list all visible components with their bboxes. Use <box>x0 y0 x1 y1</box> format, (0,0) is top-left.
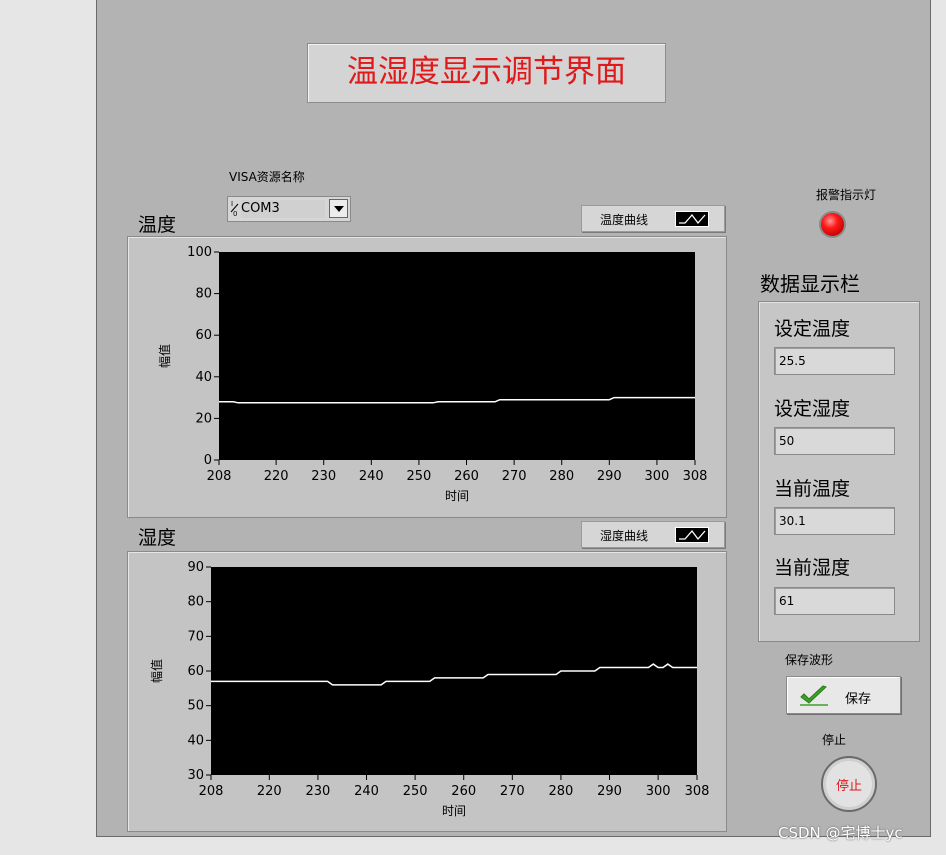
humidity-x-tick-label: 260 <box>451 784 476 799</box>
humidity-y-tick-label: 30 <box>187 768 204 783</box>
humidity-x-tick-label: 220 <box>257 784 282 799</box>
humidity-y-tick-label: 40 <box>187 733 204 748</box>
humidity-x-tick-label: 240 <box>354 784 379 799</box>
save-button-label: 保存 <box>845 692 872 707</box>
stop-button[interactable]: 停止 <box>821 756 877 812</box>
chevron-down-icon[interactable] <box>329 199 348 218</box>
humidity-legend[interactable]: 湿度曲线 <box>581 521 725 548</box>
waveform-icon <box>675 527 709 543</box>
humidity-y-tick-label: 90 <box>187 560 204 575</box>
humidity-x-tick-label: 300 <box>646 784 671 799</box>
temperature-x-tick-label: 260 <box>454 469 479 484</box>
temperature-plot-label: 温度 <box>138 214 177 236</box>
humidity-x-axis-title: 时间 <box>442 804 466 818</box>
svg-text:0: 0 <box>233 210 237 217</box>
stop-button-label: 停止 <box>835 779 862 794</box>
humidity-y-tick-label: 70 <box>187 629 204 644</box>
temperature-plot-area <box>219 252 695 460</box>
data-display-title: 数据显示栏 <box>760 272 860 296</box>
set-temperature-field[interactable]: 25.5 <box>774 347 895 375</box>
humidity-plot-label: 湿度 <box>138 527 177 549</box>
temperature-x-tick-label: 290 <box>597 469 622 484</box>
stop-section-label: 停止 <box>822 733 847 747</box>
temperature-y-tick-label: 80 <box>195 287 212 302</box>
data-display-cluster: 设定温度 25.5 设定湿度 50 当前温度 30.1 当前湿度 61 <box>758 301 920 642</box>
humidity-x-tick-label: 230 <box>306 784 331 799</box>
temperature-y-tick-label: 0 <box>204 453 212 468</box>
temperature-x-tick-label: 308 <box>683 469 708 484</box>
alarm-indicator-label: 报警指示灯 <box>816 188 877 202</box>
save-button[interactable]: 保存 <box>786 676 901 714</box>
svg-text:I: I <box>231 200 233 208</box>
temperature-x-axis-title: 时间 <box>445 489 469 503</box>
temperature-x-tick-label: 240 <box>359 469 384 484</box>
visa-resource-label: VISA资源名称 <box>229 170 305 184</box>
temperature-y-tick-label: 60 <box>195 328 212 343</box>
humidity-y-tick-label: 50 <box>187 699 204 714</box>
temperature-x-tick-label: 250 <box>407 469 432 484</box>
page-title: 温湿度显示调节界面 <box>307 43 666 103</box>
save-waveform-label: 保存波形 <box>785 653 834 667</box>
temperature-legend[interactable]: 温度曲线 <box>581 205 725 232</box>
humidity-x-tick-label: 250 <box>403 784 428 799</box>
temperature-x-tick-label: 230 <box>311 469 336 484</box>
checkmark-icon <box>799 684 829 710</box>
io-icon: I 0 <box>230 199 240 219</box>
humidity-graph[interactable]: 30 40 50 60 70 80 90 208 220 230 240 250 260 270 280 29… <box>127 551 727 832</box>
humidity-y-axis-title: 幅值 <box>149 659 164 683</box>
current-humidity-label: 当前湿度 <box>774 557 851 579</box>
current-temperature-field[interactable]: 30.1 <box>774 507 895 535</box>
humidity-x-tick-label: 290 <box>597 784 622 799</box>
watermark: CSDN @宅博士yc <box>778 824 903 842</box>
set-humidity-label: 设定湿度 <box>774 398 851 420</box>
humidity-legend-label: 湿度曲线 <box>600 529 649 543</box>
humidity-y-tick-label: 80 <box>187 595 204 610</box>
humidity-plot-area <box>211 567 697 775</box>
waveform-icon <box>675 211 709 227</box>
set-temperature-label: 设定温度 <box>774 318 851 340</box>
visa-resource-select[interactable]: I 0 COM3 <box>227 196 351 222</box>
temperature-legend-label: 温度曲线 <box>600 213 649 227</box>
temperature-y-tick-label: 40 <box>195 370 212 385</box>
temperature-x-tick-label: 208 <box>207 469 232 484</box>
alarm-led-icon <box>819 211 846 238</box>
temperature-x-tick-label: 220 <box>264 469 289 484</box>
humidity-x-tick-label: 308 <box>685 784 710 799</box>
humidity-y-tick-label: 60 <box>187 664 204 679</box>
temperature-graph[interactable]: 0 20 40 60 80 100 208 220 230 240 250 260 270 280 290 3… <box>127 236 727 518</box>
temperature-y-tick-label: 20 <box>195 411 212 426</box>
temperature-x-tick-label: 270 <box>502 469 527 484</box>
humidity-x-tick-label: 280 <box>549 784 574 799</box>
visa-resource-value: COM3 <box>241 200 325 218</box>
temperature-y-tick-label: 100 <box>187 245 212 260</box>
temperature-y-axis-title: 幅值 <box>157 344 172 368</box>
temperature-x-tick-label: 300 <box>645 469 670 484</box>
humidity-x-tick-label: 270 <box>500 784 525 799</box>
humidity-x-tick-label: 208 <box>199 784 224 799</box>
temperature-x-tick-label: 280 <box>549 469 574 484</box>
current-temperature-label: 当前温度 <box>774 478 851 500</box>
current-humidity-field[interactable]: 61 <box>774 587 895 615</box>
set-humidity-field[interactable]: 50 <box>774 427 895 455</box>
